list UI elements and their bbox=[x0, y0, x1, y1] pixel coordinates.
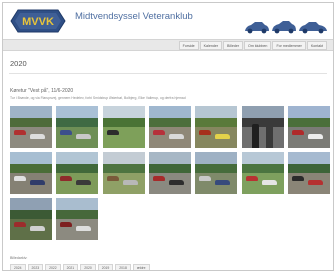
photo-trees bbox=[102, 163, 145, 173]
photo-person bbox=[265, 124, 273, 148]
nav-item-om-klubben[interactable]: Om klubben bbox=[244, 41, 272, 50]
archive-year-2020[interactable]: 2020 bbox=[80, 264, 96, 270]
photo-car bbox=[106, 130, 119, 135]
photo-thumbnail[interactable] bbox=[287, 106, 330, 148]
site-header: MVVK Midtvendsyssel Veteranklub bbox=[3, 3, 333, 37]
photo-car bbox=[261, 180, 277, 185]
photo-car bbox=[168, 180, 184, 185]
photo-trees bbox=[195, 117, 238, 127]
photo-ground bbox=[241, 131, 284, 148]
nav-item-for-medlemmer[interactable]: For medlemmer bbox=[272, 41, 306, 50]
photo-car bbox=[60, 176, 73, 181]
photo-car bbox=[199, 130, 212, 135]
photo-thumbnail[interactable] bbox=[195, 152, 238, 194]
photo-car bbox=[215, 180, 231, 185]
archive-year-2018[interactable]: 2018 bbox=[115, 264, 131, 270]
archive-year-2023[interactable]: 2023 bbox=[27, 264, 44, 270]
photo-trees bbox=[102, 117, 145, 127]
photo-car bbox=[168, 134, 184, 139]
photo-car bbox=[76, 226, 92, 231]
photo-thumbnail[interactable] bbox=[241, 152, 284, 194]
nav-item-kontakt[interactable]: Kontakt bbox=[306, 41, 327, 50]
photo-trees bbox=[148, 117, 191, 127]
archive-year-2022[interactable]: 2022 bbox=[45, 264, 61, 270]
archive-years: 2024 2023 2022 2021 2020 2019 2018 ældre bbox=[10, 264, 150, 270]
site-title[interactable]: Midtvendsyssel Veteranklub bbox=[75, 11, 193, 22]
main-navigation: Forside Kalender Billeder Om klubben For med… bbox=[3, 39, 333, 51]
photo-car bbox=[291, 130, 304, 135]
photo-thumbnail[interactable] bbox=[148, 152, 191, 194]
photo-car bbox=[199, 176, 212, 181]
page-title: 2020 bbox=[10, 59, 27, 68]
photo-thumbnail[interactable] bbox=[56, 198, 99, 240]
photo-trees bbox=[241, 117, 284, 127]
photo-trees bbox=[241, 163, 284, 173]
photo-thumbnail[interactable] bbox=[102, 152, 145, 194]
photo-car bbox=[307, 134, 323, 139]
photo-thumbnail[interactable] bbox=[102, 106, 145, 148]
nav-item-forside[interactable]: Forside bbox=[178, 41, 199, 50]
browser-page: MVVK Midtvendsyssel Veteranklub Forside K… bbox=[2, 2, 334, 271]
nav-item-kalender[interactable]: Kalender bbox=[199, 41, 223, 50]
photo-car bbox=[122, 180, 138, 185]
photo-trees bbox=[10, 209, 52, 219]
photo-thumbnail[interactable] bbox=[195, 106, 238, 148]
photo-trees bbox=[287, 117, 330, 127]
photo-car bbox=[307, 180, 323, 185]
album-description: Tur i Brønde, og via Flarupsvej, gennem … bbox=[10, 96, 186, 100]
logo-text: MVVK bbox=[22, 16, 54, 28]
photo-car bbox=[152, 130, 165, 135]
photo-trees bbox=[10, 163, 52, 173]
archive-year-ældre[interactable]: ældre bbox=[132, 264, 150, 270]
photo-thumbnail[interactable] bbox=[10, 106, 52, 148]
photo-car bbox=[14, 176, 26, 181]
photo-car bbox=[76, 134, 92, 139]
photo-car bbox=[245, 176, 258, 181]
photo-car bbox=[60, 130, 73, 135]
photo-car bbox=[291, 176, 304, 181]
club-logo[interactable]: MVVK bbox=[9, 8, 67, 34]
photo-car bbox=[30, 226, 45, 231]
photo-thumbnail[interactable] bbox=[10, 152, 52, 194]
photo-car bbox=[106, 176, 119, 181]
photo-car bbox=[30, 134, 45, 139]
photo-trees bbox=[56, 163, 99, 173]
photo-car bbox=[30, 180, 45, 185]
photo-thumbnail[interactable] bbox=[148, 106, 191, 148]
photo-car bbox=[60, 222, 73, 227]
photo-trees bbox=[56, 209, 99, 219]
photo-trees bbox=[195, 163, 238, 173]
photo-thumbnail[interactable] bbox=[241, 106, 284, 148]
divider bbox=[9, 73, 327, 74]
archive-label: Billedarkiv: bbox=[10, 256, 28, 260]
photo-thumbnail[interactable] bbox=[56, 152, 99, 194]
photo-car bbox=[14, 130, 26, 135]
archive-year-2019[interactable]: 2019 bbox=[97, 264, 114, 270]
nav-item-billeder[interactable]: Billeder bbox=[223, 41, 244, 50]
archive-year-2024[interactable]: 2024 bbox=[10, 264, 26, 270]
photo-car bbox=[14, 222, 26, 227]
photo-thumbnail[interactable] bbox=[287, 152, 330, 194]
photo-car bbox=[76, 180, 92, 185]
photo-trees bbox=[10, 117, 52, 127]
photo-car bbox=[152, 176, 165, 181]
archive-year-2021[interactable]: 2021 bbox=[62, 264, 79, 270]
cars-banner-icon bbox=[245, 21, 327, 34]
album-title: Køretur "Vest på", 11/6-2020 bbox=[10, 88, 74, 94]
photo-trees bbox=[148, 163, 191, 173]
photo-car bbox=[215, 134, 231, 139]
photo-thumbnail[interactable] bbox=[56, 106, 99, 148]
photo-person bbox=[251, 124, 259, 148]
photo-trees bbox=[56, 117, 99, 127]
photo-trees bbox=[287, 163, 330, 173]
photo-thumbnail[interactable] bbox=[10, 198, 52, 240]
